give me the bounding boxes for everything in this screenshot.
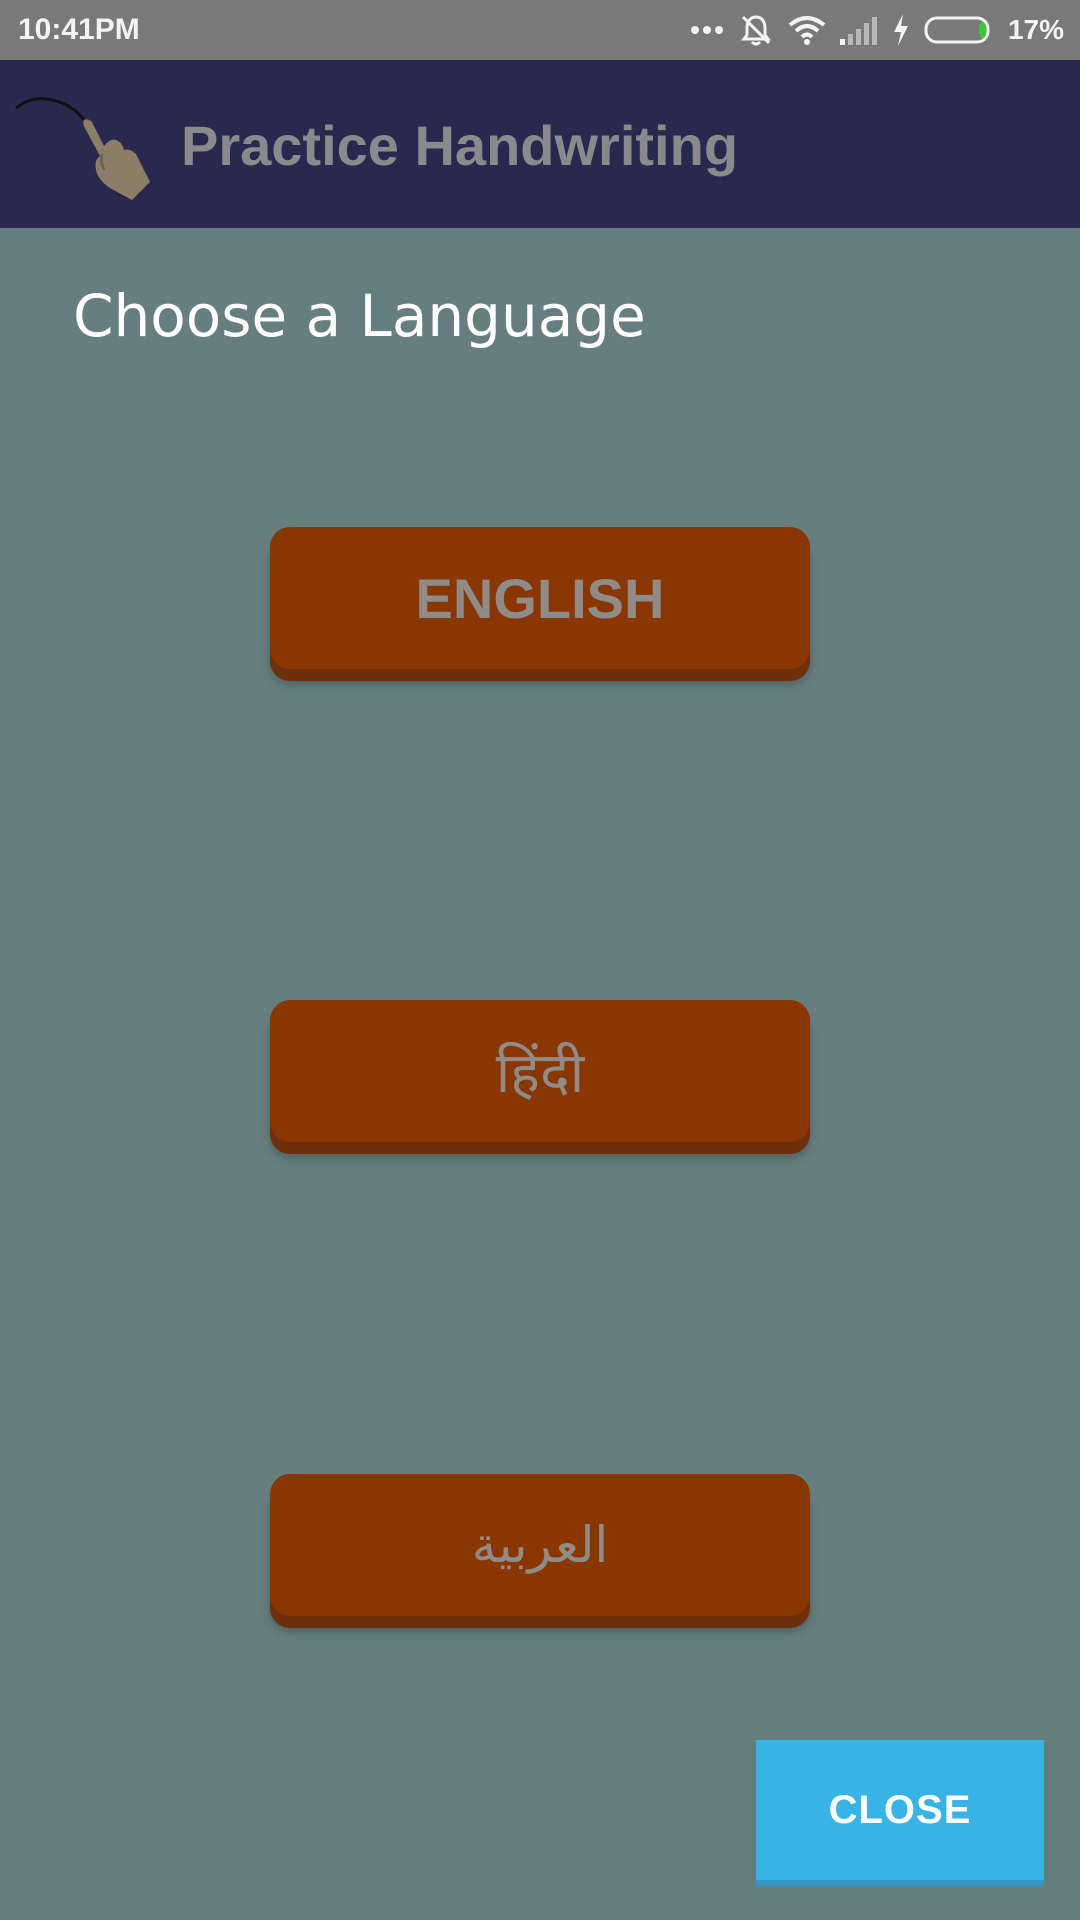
mute-vibrate-icon [738,12,774,48]
app-title: Practice Handwriting [181,114,739,177]
handwriting-finger-icon [12,90,162,200]
close-button[interactable]: CLOSE [756,1740,1044,1880]
hindi-button[interactable]: हिंदी [270,1000,810,1142]
battery-icon [924,15,994,45]
charging-bolt-icon [892,14,910,46]
wifi-icon [788,15,826,45]
more-dots-icon [690,25,724,35]
signal-icon [839,15,878,45]
app-bar: Practice Handwriting [0,60,1080,228]
status-icons: 17% [690,10,1064,50]
hindi-button-label: हिंदी [495,1041,585,1106]
status-time: 10:41PM [18,13,140,46]
dialog-title: Choose a Language [73,282,646,350]
status-bar: 10:41PM 17% [0,0,1080,60]
close-button-label: CLOSE [828,1787,972,1832]
arabic-button-label: العربية [471,1516,609,1574]
english-button-label: ENGLISH [415,566,665,630]
english-button[interactable]: ENGLISH [270,527,810,669]
arabic-button[interactable]: العربية [270,1474,810,1616]
battery-percentage: 17% [1007,14,1064,45]
